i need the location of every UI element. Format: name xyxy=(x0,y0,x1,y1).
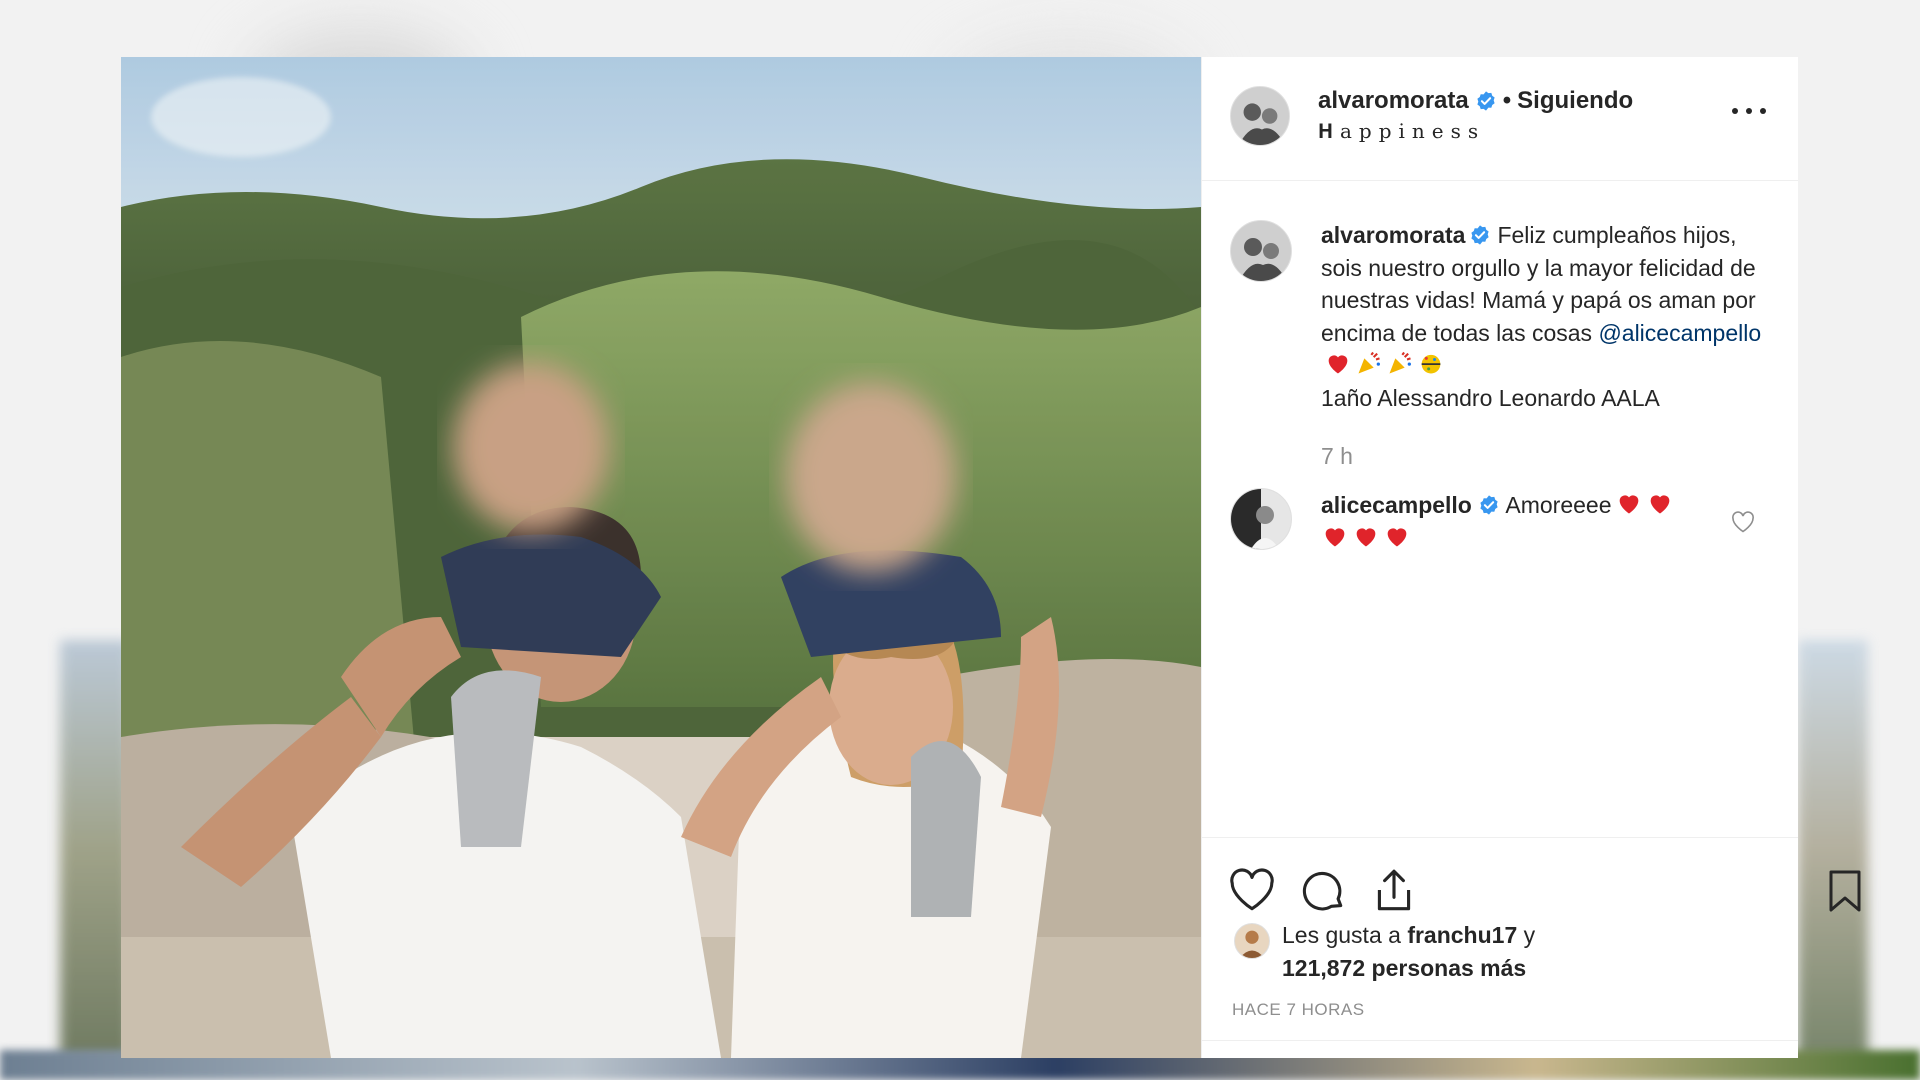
add-comment-bar[interactable] xyxy=(1202,1040,1798,1058)
author-username[interactable]: alvaromorata xyxy=(1318,87,1469,115)
party-popper-emoji xyxy=(1355,349,1383,377)
verified-badge-icon xyxy=(1469,224,1491,246)
post-header: alvaromorata • Siguiendo 𝐇appiness xyxy=(1202,57,1798,181)
likes-suffix[interactable]: personas más xyxy=(1372,955,1527,981)
liker-username[interactable]: franchu17 xyxy=(1407,922,1517,948)
instagram-post: alvaromorata • Siguiendo 𝐇appiness alvar… xyxy=(121,57,1861,1058)
following-button[interactable]: Siguiendo xyxy=(1517,87,1633,115)
author-avatar[interactable] xyxy=(1230,86,1290,146)
verified-badge-icon xyxy=(1475,90,1497,112)
post-location[interactable]: 𝐇appiness xyxy=(1318,119,1485,143)
post-caption: alvaromorata Feliz cumpleaños hijos, soi… xyxy=(1321,219,1771,414)
heart-emoji xyxy=(1324,349,1352,377)
comment-icon[interactable] xyxy=(1298,866,1348,916)
comment-like-heart-icon[interactable] xyxy=(1731,511,1755,533)
post-actions: Les gusta a franchu17 y 121,872 personas… xyxy=(1202,837,1861,1058)
likes-summary: Les gusta a franchu17 y 121,872 personas… xyxy=(1282,919,1535,985)
post-timestamp[interactable]: HACE 7 HORAS xyxy=(1232,1000,1365,1020)
post-details-panel: alvaromorata • Siguiendo 𝐇appiness alvar… xyxy=(1201,57,1861,1058)
caption-time[interactable]: 7 h xyxy=(1321,443,1353,470)
caption-second-line: 1año Alessandro Leonardo AALA xyxy=(1321,384,1660,411)
likes-connector: y xyxy=(1523,922,1536,948)
commenter-avatar[interactable] xyxy=(1230,488,1292,550)
party-popper-emoji xyxy=(1386,349,1414,377)
heart-emoji xyxy=(1615,489,1643,517)
heart-emoji xyxy=(1646,489,1674,517)
author-line: alvaromorata • Siguiendo xyxy=(1318,87,1633,115)
confetti-ball-emoji xyxy=(1417,349,1445,377)
comments-section: alvaromorata Feliz cumpleaños hijos, soi… xyxy=(1202,181,1798,837)
comment: alicecampello Amoreeee xyxy=(1321,489,1721,554)
share-icon[interactable] xyxy=(1369,866,1419,916)
commenter-username[interactable]: alicecampello xyxy=(1321,492,1472,518)
post-photo xyxy=(121,57,1201,1058)
bookmark-icon[interactable] xyxy=(1823,866,1867,916)
likes-prefix: Les gusta a xyxy=(1282,922,1401,948)
more-options-icon[interactable] xyxy=(1732,101,1766,121)
caption-mention-link[interactable]: @alicecampello xyxy=(1598,320,1761,346)
separator-dot: • xyxy=(1502,87,1512,114)
caption-username[interactable]: alvaromorata xyxy=(1321,222,1465,248)
heart-emoji xyxy=(1352,522,1380,550)
verified-badge-icon xyxy=(1478,494,1500,516)
caption-author-avatar[interactable] xyxy=(1230,220,1292,282)
heart-emoji xyxy=(1321,522,1349,550)
heart-outline-icon[interactable] xyxy=(1227,866,1277,916)
likes-count[interactable]: 121,872 xyxy=(1282,955,1365,981)
liker-avatar[interactable] xyxy=(1234,923,1270,959)
comment-text: Amoreeee xyxy=(1505,492,1612,518)
heart-emoji xyxy=(1383,522,1411,550)
